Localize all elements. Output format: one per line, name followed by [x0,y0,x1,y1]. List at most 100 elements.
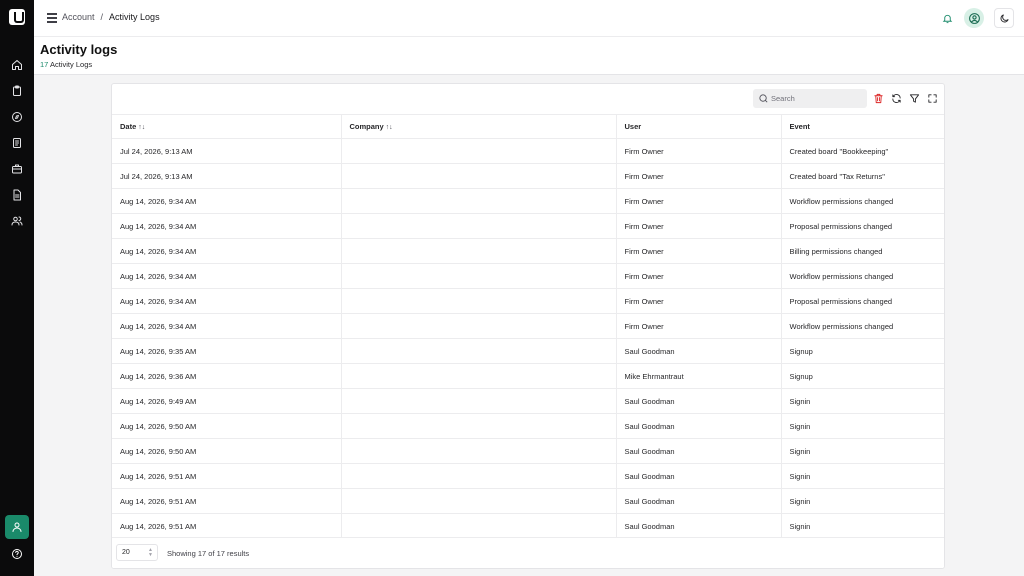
theme-toggle-button[interactable] [994,8,1014,28]
cell-event: Workflow permissions changed [781,263,944,289]
column-label: Company [349,122,384,131]
sidebar-item-tasks[interactable] [0,78,34,104]
search-box [753,89,867,108]
notifications-button[interactable] [940,11,954,25]
table-row[interactable]: Aug 14, 2026, 9:51 AM Saul Goodman Signin [112,488,944,514]
cell-date: Aug 14, 2026, 9:50 AM [112,413,342,439]
cell-event: Workflow permissions changed [781,313,944,339]
table-row[interactable]: Jul 24, 2026, 9:13 AM Firm Owner Created b… [112,138,944,164]
cell-company [341,238,617,264]
filter-icon [909,93,919,103]
table-row[interactable]: Aug 14, 2026, 9:35 AM Saul Goodman Signup [112,338,944,364]
table-row[interactable]: Aug 14, 2026, 9:50 AM Saul Goodman Signin [112,438,944,464]
cell-date: Aug 14, 2026, 9:34 AM [112,313,342,339]
cell-user: Saul Goodman [616,388,782,414]
table-row[interactable]: Aug 14, 2026, 9:36 AM Mike Ehrmantraut Sig… [112,363,944,389]
search-input[interactable] [771,91,863,106]
help-button[interactable] [5,543,29,565]
page-size-select[interactable]: 20 ▲ ▼ [116,544,158,561]
results-summary: Showing 17 of 17 results [167,549,250,558]
table-row[interactable]: Aug 14, 2026, 9:34 AM Firm Owner Workflow … [112,188,944,214]
sidebar-item-portfolio[interactable] [0,156,34,182]
cell-user: Saul Goodman [616,513,782,539]
table-row[interactable]: Aug 14, 2026, 9:51 AM Saul Goodman Signin [112,463,944,489]
column-header-user: User [616,114,782,139]
cell-user: Saul Goodman [616,338,782,364]
cell-event: Signin [781,488,944,514]
sort-icon: ↑↓ [138,124,146,131]
sidebar-item-home[interactable] [0,52,34,78]
cell-event: Signin [781,438,944,464]
cell-user: Firm Owner [616,163,782,189]
breadcrumb: Account / Activity Logs [62,12,160,22]
column-header-company[interactable]: Company ↑↓ [341,114,617,139]
cell-user: Firm Owner [616,263,782,289]
table-header-row: Date ↑↓ Company ↑↓ User Event [112,114,944,139]
table-row[interactable]: Aug 14, 2026, 9:34 AM Firm Owner Billing p… [112,238,944,264]
column-header-event: Event [781,114,944,139]
table-row[interactable]: Aug 14, 2026, 9:51 AM Saul Goodman Signin [112,513,944,539]
cell-event: Workflow permissions changed [781,188,944,214]
table-row[interactable]: Aug 14, 2026, 9:34 AM Firm Owner Workflow … [112,313,944,339]
sidebar-nav [0,52,34,234]
log-count-label: Activity Logs [50,60,93,69]
cell-company [341,138,617,164]
cell-date: Aug 14, 2026, 9:34 AM [112,188,342,214]
cell-company [341,413,617,439]
user-circle-icon [968,12,980,24]
filter-button[interactable] [908,92,920,104]
page-header: Activity logs 17 Activity Logs [34,37,1024,75]
cell-event: Proposal permissions changed [781,288,944,314]
cell-user: Firm Owner [616,213,782,239]
sidebar-account-button[interactable] [5,515,29,539]
cell-date: Aug 14, 2026, 9:51 AM [112,463,342,489]
sidebar-item-reports[interactable] [0,182,34,208]
cell-event: Billing permissions changed [781,238,944,264]
cell-event: Created board "Tax Returns" [781,163,944,189]
column-label: Date [120,122,137,131]
app-logo[interactable] [9,9,25,25]
cell-date: Aug 14, 2026, 9:49 AM [112,388,342,414]
cell-user: Firm Owner [616,238,782,264]
breadcrumb-account[interactable]: Account [62,12,95,22]
column-header-date[interactable]: Date ↑↓ [112,114,342,139]
sort-icon: ↑↓ [385,124,393,131]
table-row[interactable]: Aug 14, 2026, 9:34 AM Firm Owner Proposal … [112,213,944,239]
cell-date: Aug 14, 2026, 9:34 AM [112,263,342,289]
cell-company [341,513,617,539]
table-toolbar [112,84,944,114]
top-bar: Account / Activity Logs [34,0,1024,37]
table-row[interactable]: Aug 14, 2026, 9:34 AM Firm Owner Proposal … [112,288,944,314]
cell-company [341,213,617,239]
sidebar-item-documents[interactable] [0,130,34,156]
fullscreen-button[interactable] [926,92,938,104]
top-actions [940,8,1014,28]
table-body: Jul 24, 2026, 9:13 AM Firm Owner Created b… [112,138,944,539]
menu-icon[interactable] [47,13,57,23]
cell-company [341,288,617,314]
table-row[interactable]: Aug 14, 2026, 9:50 AM Saul Goodman Signin [112,413,944,439]
refresh-button[interactable] [890,92,902,104]
cell-company [341,338,617,364]
clipboard-icon [13,85,21,96]
sidebar-item-explore[interactable] [0,104,34,130]
cell-event: Proposal permissions changed [781,213,944,239]
cell-event: Signin [781,413,944,439]
cell-event: Signup [781,363,944,389]
cell-date: Jul 24, 2026, 9:13 AM [112,163,342,189]
table-row[interactable]: Jul 24, 2026, 9:13 AM Firm Owner Created b… [112,163,944,189]
delete-button[interactable] [872,92,884,104]
profile-button[interactable] [964,8,984,28]
refresh-icon [891,93,901,103]
cell-user: Saul Goodman [616,463,782,489]
cell-date: Aug 14, 2026, 9:36 AM [112,363,342,389]
breadcrumb-separator: / [100,12,104,22]
log-count: 17 [40,60,49,69]
document-icon [13,138,21,148]
table-row[interactable]: Aug 14, 2026, 9:49 AM Saul Goodman Signin [112,388,944,414]
sidebar-item-contacts[interactable] [0,208,34,234]
cell-company [341,263,617,289]
table-row[interactable]: Aug 14, 2026, 9:34 AM Firm Owner Workflow … [112,263,944,289]
cell-date: Aug 14, 2026, 9:51 AM [112,513,342,539]
users-icon [11,216,23,226]
